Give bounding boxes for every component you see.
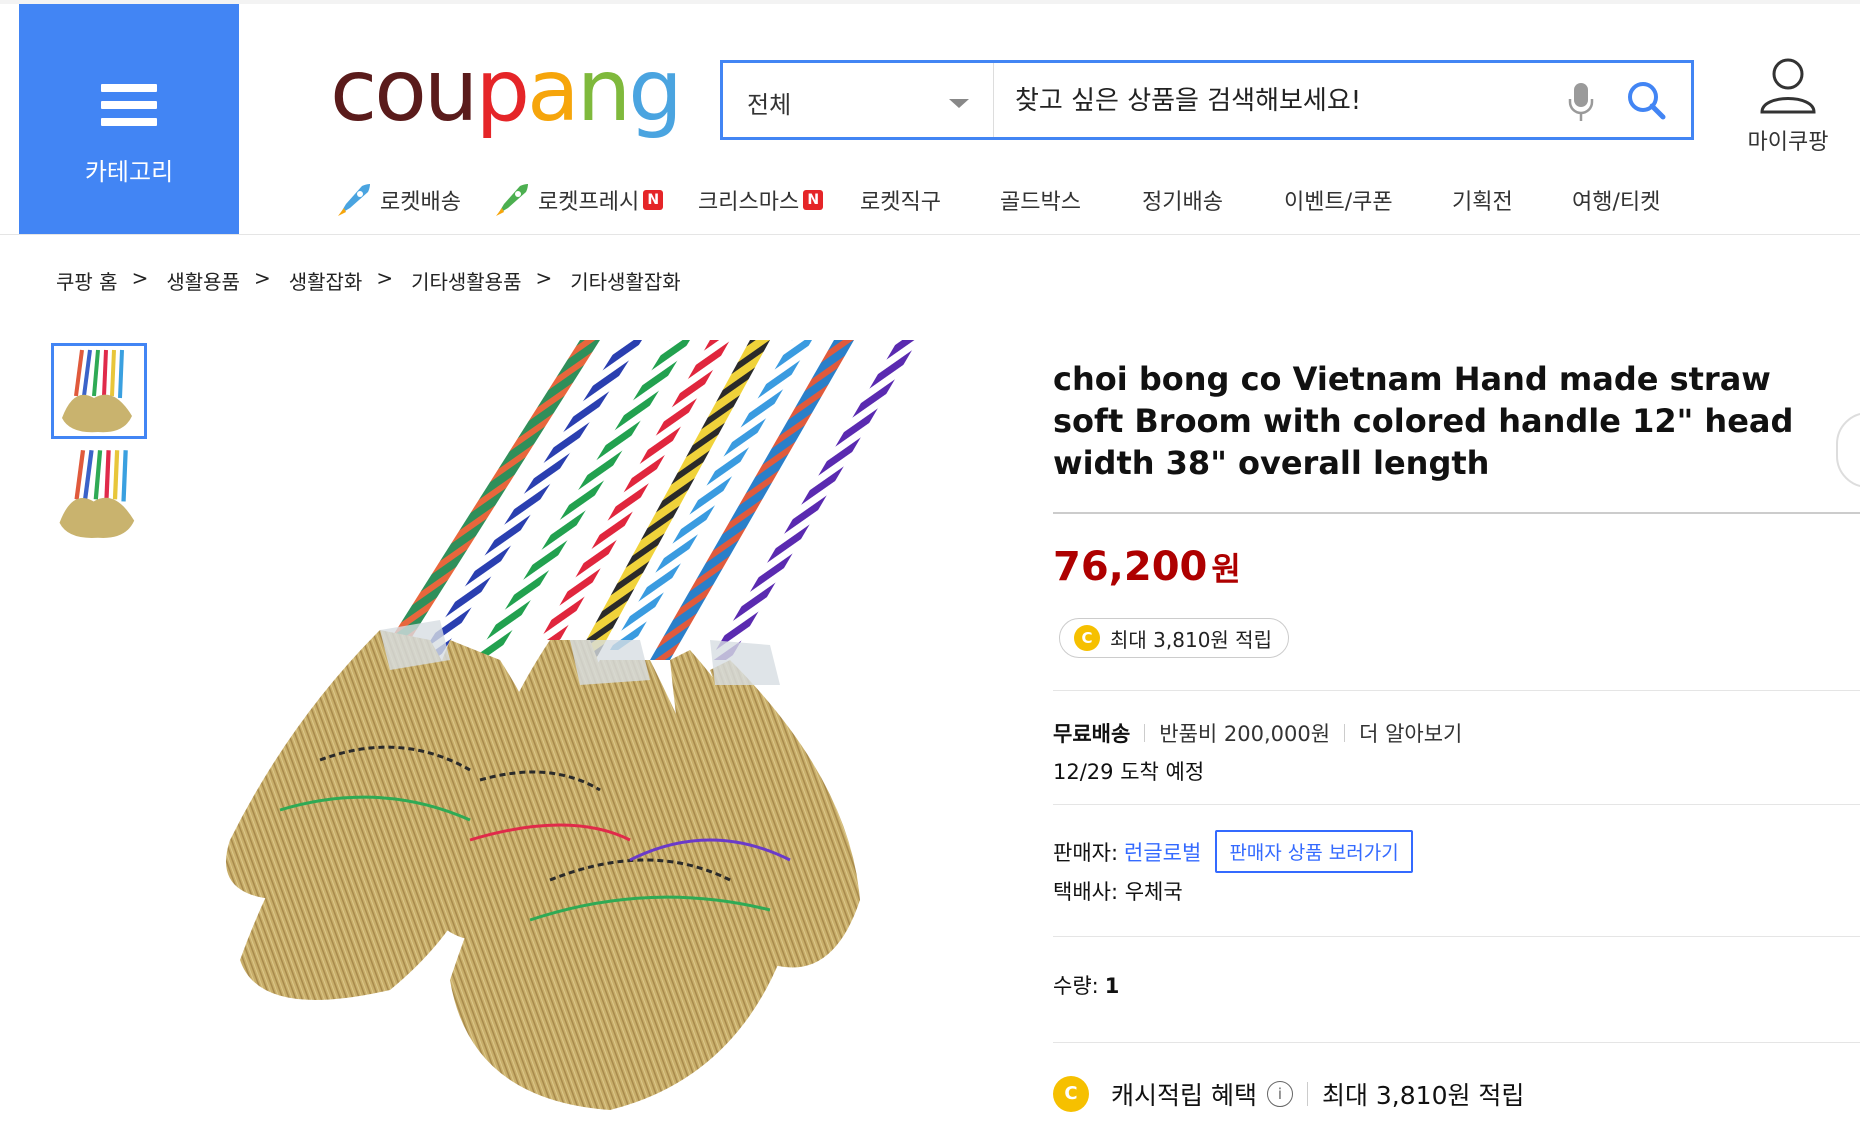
hamburger-icon — [101, 84, 157, 126]
product-title: choi bong co Vietnam Hand made straw sof… — [1053, 360, 1794, 482]
return-fee: 반품비 200,000원 — [1159, 722, 1331, 746]
seller-name-link[interactable]: 런글로벌 — [1124, 837, 1201, 867]
nav-label: 기획전 — [1452, 190, 1513, 215]
reward-text: 최대 3,810원 적립 — [1110, 627, 1272, 652]
nav-label: 정기배송 — [1142, 190, 1223, 215]
nav-rocket-fresh[interactable]: 로켓프레시 N — [490, 178, 664, 222]
learn-more-link[interactable]: 더 알아보기 — [1359, 718, 1462, 748]
user-icon — [1760, 58, 1816, 114]
product-price: 76,200 원 — [1053, 544, 1241, 590]
logo-letter: o — [374, 41, 427, 141]
nav-label: 이벤트/쿠폰 — [1284, 190, 1393, 215]
new-badge: N — [803, 190, 824, 210]
my-coupang-label: 마이쿠팡 — [1747, 130, 1829, 155]
price-unit: 원 — [1211, 550, 1241, 588]
product-thumbnail[interactable] — [51, 343, 147, 439]
nav-label: 여행/티켓 — [1572, 190, 1661, 215]
seller-label: 판매자: — [1053, 840, 1119, 865]
breadcrumb-separator: > — [131, 266, 149, 290]
chevron-down-icon — [949, 99, 969, 108]
cash-value: 최대 3,810원 적립 — [1321, 1081, 1525, 1110]
cash-label: 캐시적립 혜택 — [1111, 1081, 1257, 1110]
rocket-icon — [332, 178, 376, 222]
nav-events-coupons[interactable]: 이벤트/쿠폰 — [1284, 180, 1393, 220]
logo-letter: u — [423, 41, 478, 141]
info-icon[interactable]: i — [1266, 1081, 1293, 1107]
breadcrumb-item[interactable]: 생활잡화 — [289, 266, 363, 295]
breadcrumb-item[interactable]: 기타생활잡화 — [570, 266, 680, 295]
quantity: 수량: 1 — [1053, 970, 1119, 1000]
search-input[interactable] — [1013, 77, 1577, 125]
nav-travel-tickets[interactable]: 여행/티켓 — [1572, 180, 1660, 220]
price-value: 76,200 — [1053, 544, 1208, 590]
separator — [1144, 724, 1146, 742]
shipping-info: 무료배송 반품비 200,000원 더 알아보기 — [1053, 718, 1462, 748]
separator — [1306, 1082, 1308, 1106]
divider — [1053, 512, 1860, 514]
microphone-icon[interactable] — [1561, 79, 1601, 125]
arrival-date: 12/29 도착 예정 — [1053, 760, 1205, 784]
nav-label: 로켓배송 — [380, 190, 461, 215]
divider — [1053, 936, 1860, 937]
my-coupang-button[interactable]: 마이쿠팡 — [1728, 56, 1848, 156]
breadcrumb-item[interactable]: 기타생활용품 — [411, 266, 521, 295]
coupang-logo[interactable]: coupang — [330, 41, 683, 141]
nav-label: 로켓직구 — [860, 190, 941, 215]
product-main-image[interactable] — [170, 340, 990, 1139]
search-icon[interactable] — [1621, 75, 1673, 127]
free-shipping-label: 무료배송 — [1053, 722, 1131, 746]
share-button[interactable] — [1836, 412, 1860, 488]
nav-label: 골드박스 — [1000, 190, 1081, 215]
cash-reward: C 캐시적립 혜택 i 최대 3,810원 적립 — [1053, 1076, 1524, 1112]
quantity-label: 수량: — [1053, 974, 1099, 998]
header-divider — [0, 234, 1860, 235]
search-category-value: 전체 — [747, 91, 792, 119]
nav-label: 크리스마스 — [698, 190, 800, 215]
coin-icon: C — [1074, 625, 1100, 651]
divider — [1053, 690, 1860, 691]
nav-subscription[interactable]: 정기배송 — [1142, 180, 1223, 220]
separator — [1344, 724, 1346, 742]
nav-goldbox[interactable]: 골드박스 — [1000, 180, 1081, 220]
breadcrumb-separator: > — [376, 266, 394, 290]
top-border — [0, 0, 1860, 4]
seller-info: 판매자: 런글로벌 판매자 상품 보러가기 — [1053, 830, 1413, 873]
courier-info: 택배사: 우체국 — [1053, 880, 1183, 904]
nav-rocket-direct[interactable]: 로켓직구 — [860, 180, 941, 220]
logo-letter: g — [628, 41, 683, 141]
search-category-select[interactable]: 전체 — [723, 63, 994, 137]
breadcrumb-separator: > — [535, 266, 553, 290]
reward-badge: C 최대 3,810원 적립 — [1059, 618, 1289, 658]
divider — [1053, 1042, 1860, 1043]
breadcrumb-separator: > — [253, 266, 271, 290]
category-menu-button[interactable]: 카테고리 — [19, 4, 239, 234]
nav-promotions[interactable]: 기획전 — [1452, 180, 1513, 220]
logo-letter: p — [475, 41, 530, 141]
quantity-value[interactable]: 1 — [1105, 974, 1120, 998]
nav-christmas[interactable]: 크리스마스 N — [698, 180, 824, 220]
logo-letter: a — [527, 41, 580, 141]
breadcrumb-item[interactable]: 쿠팡 홈 — [56, 266, 118, 295]
search-bar: 전체 — [720, 60, 1694, 140]
category-label: 카테고리 — [84, 158, 174, 186]
new-badge: N — [643, 190, 664, 210]
product-thumbnail[interactable] — [51, 446, 147, 542]
seller-products-button[interactable]: 판매자 상품 보러가기 — [1215, 830, 1413, 873]
coin-icon: C — [1053, 1076, 1089, 1112]
divider — [1053, 804, 1860, 805]
nav-label: 로켓프레시 — [538, 190, 640, 215]
breadcrumb: 쿠팡 홈 > 생활용품 > 생활잡화 > 기타생활용품 > 기타생활잡화 — [56, 266, 695, 295]
logo-letter: n — [576, 41, 631, 141]
logo-letter: c — [330, 41, 377, 141]
rocket-green-icon — [490, 178, 534, 222]
nav-rocket-delivery[interactable]: 로켓배송 — [332, 180, 461, 220]
breadcrumb-item[interactable]: 생활용품 — [166, 266, 240, 295]
